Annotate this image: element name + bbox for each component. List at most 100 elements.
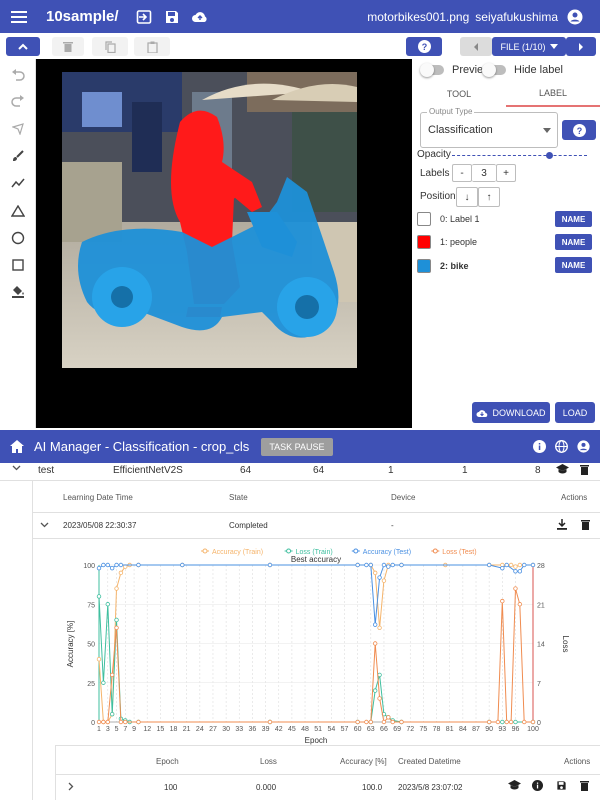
polyline-icon[interactable] [8, 173, 28, 193]
image-canvas[interactable] [36, 59, 412, 428]
x-tick-label: 36 [249, 726, 257, 733]
brush-icon[interactable] [8, 146, 28, 166]
hide-label-toggle[interactable] [482, 63, 506, 77]
clipboard-icon [146, 41, 158, 53]
help-icon: ? [572, 123, 586, 137]
label-name-button[interactable]: NAME [555, 257, 592, 273]
paste-button[interactable] [134, 37, 170, 56]
redo-icon[interactable] [8, 91, 28, 111]
opacity-slider[interactable] [452, 152, 587, 159]
output-type-help-button[interactable]: ? [562, 120, 596, 140]
model-name: test [38, 465, 55, 476]
x-tick-label: 33 [235, 726, 243, 733]
collapse-button[interactable] [6, 37, 40, 56]
data-point [500, 598, 505, 604]
column-header: Epoch [156, 757, 179, 766]
label-color-swatch[interactable] [417, 235, 431, 249]
download-button[interactable]: DOWNLOAD [472, 402, 550, 423]
epoch-value: 100 [164, 783, 178, 792]
download-icon[interactable] [557, 519, 567, 532]
globe-icon[interactable] [552, 438, 570, 456]
load-button[interactable]: LOAD [555, 402, 595, 423]
trash-icon[interactable] [580, 780, 589, 793]
next-file-button[interactable] [566, 37, 596, 56]
fill-bucket-icon[interactable] [8, 281, 28, 301]
trash-icon[interactable] [580, 464, 589, 478]
legend-marker [353, 548, 359, 554]
y2-axis-label: Loss [561, 636, 570, 653]
run-row[interactable]: 2023/05/08 22:30:37 Completed - [33, 513, 600, 539]
account-icon[interactable] [564, 6, 586, 28]
label-name-button[interactable]: NAME [555, 234, 592, 250]
output-type-select[interactable]: Output Type Classification [420, 107, 558, 148]
x-tick-label: 72 [406, 726, 414, 733]
select-arrow-icon[interactable] [8, 119, 28, 139]
prev-file-button[interactable] [460, 37, 492, 56]
label-color-swatch[interactable] [417, 212, 431, 226]
label-color-swatch[interactable] [417, 259, 431, 273]
label-item-text: 2: bike [440, 261, 469, 271]
circle-icon[interactable] [8, 228, 28, 248]
data-point [267, 719, 273, 725]
tab-label[interactable]: LABEL [506, 81, 600, 107]
x-tick-label: 100 [527, 726, 539, 733]
column-header: Device [391, 493, 416, 502]
task-pause-button[interactable]: TASK PAUSE [261, 437, 333, 456]
data-point [368, 562, 373, 568]
data-point [386, 715, 391, 720]
data-point [109, 565, 115, 571]
tab-tool[interactable]: TOOL [412, 81, 506, 107]
move-down-button[interactable]: ↓ [456, 187, 478, 207]
info-icon[interactable] [532, 780, 543, 793]
menu-icon[interactable] [8, 6, 30, 28]
data-point [399, 562, 404, 568]
trash-icon[interactable] [581, 519, 590, 532]
delete-button[interactable] [52, 37, 84, 56]
x-tick-label: 12 [143, 726, 151, 733]
label-item-text: 1: people [440, 237, 478, 247]
graduation-cap-icon[interactable] [508, 780, 521, 793]
legend-marker [286, 548, 292, 554]
rectangle-icon[interactable] [8, 255, 28, 275]
save-icon[interactable] [556, 780, 567, 793]
labels-decrement-button[interactable]: - [452, 164, 472, 182]
move-up-button[interactable]: ↑ [478, 187, 500, 207]
data-point [372, 688, 378, 693]
username: seiyafukushima [475, 9, 558, 24]
chevron-down-icon[interactable] [12, 463, 21, 475]
labels-increment-button[interactable]: + [496, 164, 516, 182]
column-header: Accuracy [%] [340, 757, 387, 766]
cloud-upload-icon[interactable] [189, 6, 211, 28]
opacity-slider-thumb[interactable] [546, 152, 554, 159]
account-icon[interactable] [574, 438, 592, 456]
x-tick-label: 51 [314, 726, 322, 733]
series-line [98, 596, 533, 723]
app-title: 10sample/ [46, 8, 119, 25]
copy-button[interactable] [92, 37, 128, 56]
label-name-button[interactable]: NAME [555, 211, 592, 227]
home-icon[interactable] [8, 438, 26, 456]
model-row[interactable]: test EfficientNetV2S 64 64 1 1 8 [0, 463, 600, 481]
x-tick-label: 15 [156, 726, 164, 733]
graduation-cap-icon[interactable] [556, 464, 569, 478]
preview-toggle[interactable] [420, 63, 444, 77]
epoch-row[interactable]: 100 0.000 100.0 2023/5/8 23:07:02 [55, 775, 600, 800]
help-icon: ? [417, 40, 431, 53]
training-chart-svg: Accuracy (Train) Loss (Train) Accuracy (Te… [66, 548, 570, 745]
column-header: State [229, 493, 248, 502]
accuracy-value: 100.0 [362, 783, 383, 792]
undo-icon[interactable] [8, 65, 28, 85]
data-point [96, 594, 102, 599]
save-icon[interactable] [161, 6, 183, 28]
data-point [508, 562, 514, 568]
chevron-down-icon[interactable] [40, 520, 49, 531]
x-tick-label: 96 [512, 726, 520, 733]
data-point [118, 570, 124, 576]
triangle-icon[interactable] [8, 201, 28, 221]
info-icon[interactable] [530, 438, 548, 456]
file-menu-button[interactable]: FILE (1/10) [492, 37, 566, 56]
help-button[interactable]: ? [406, 37, 442, 56]
current-filename: motorbikes001.png [367, 9, 470, 24]
chevron-right-icon[interactable] [68, 782, 74, 793]
import-icon[interactable] [133, 6, 155, 28]
